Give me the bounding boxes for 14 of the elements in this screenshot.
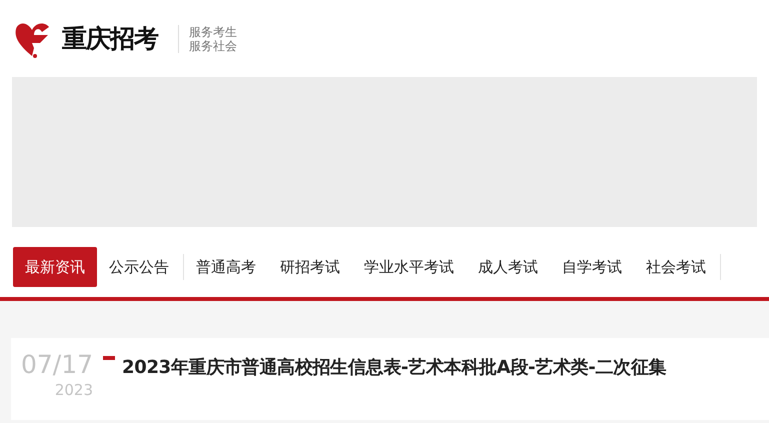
slogan-text: 服务社会 [189, 38, 237, 52]
news-title[interactable]: 2023年重庆市普通高校招生信息表-艺术本科批A段-艺术类-二次征集 [122, 355, 666, 379]
nav-tab[interactable]: 成人考试 [466, 247, 550, 287]
nav-tab[interactable]: 社会考试 [634, 247, 721, 287]
nav-tab[interactable]: 学业水平考试 [352, 247, 466, 287]
nav-tab[interactable]: 公示公告 [97, 247, 184, 287]
news-date: 07/17 [20, 350, 93, 380]
logo-text: 重庆招考 [62, 23, 158, 55]
nav-tab[interactable]: 自学考试 [550, 247, 634, 287]
slogan-text: 服务考生 [189, 24, 237, 38]
nav-tab[interactable]: 普通高考 [184, 247, 268, 287]
nav-tab[interactable]: 最新资讯 [13, 247, 97, 287]
nav-tab[interactable]: 研招考试 [268, 247, 352, 287]
news-year: 2023 [54, 380, 93, 400]
